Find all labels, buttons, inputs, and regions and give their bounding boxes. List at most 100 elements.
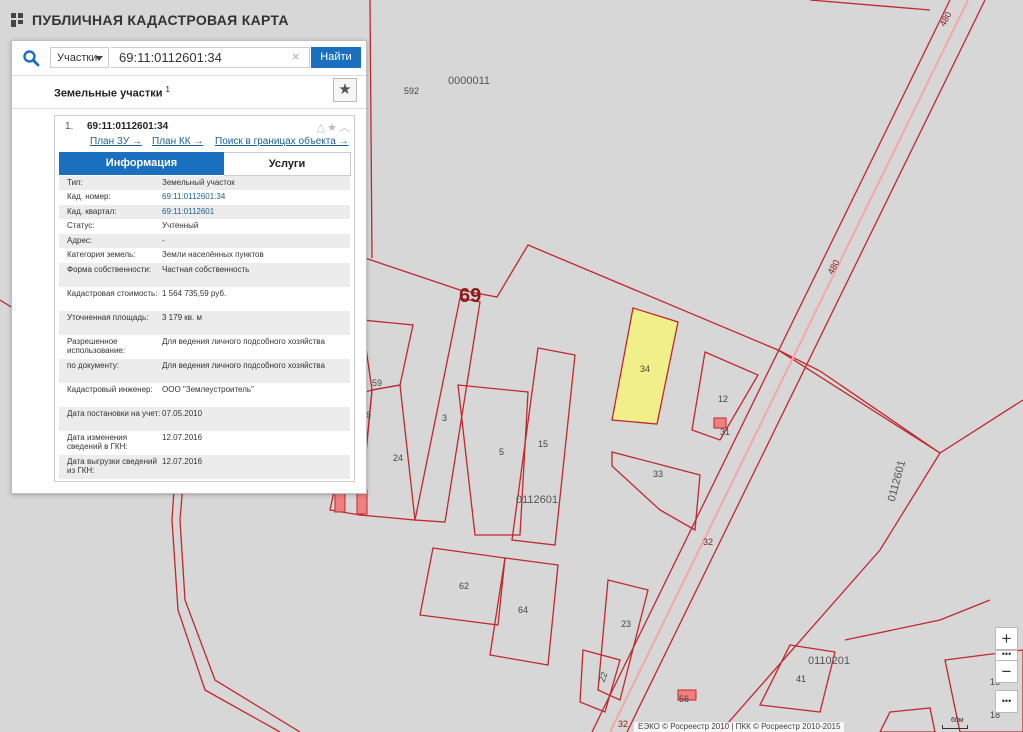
info-value: 1 564 735,59 руб. [162, 289, 227, 298]
search-in-bounds-link[interactable]: Поиск в границах объекта → [215, 136, 349, 147]
info-value: 3 179 кв. м [162, 313, 202, 322]
parcel-label: 64 [518, 605, 529, 615]
parcel-label: 56 [679, 694, 690, 704]
results-count: 1 [165, 85, 170, 94]
info-value: 12.07.2016 [162, 457, 203, 466]
clear-icon[interactable]: × [292, 50, 300, 64]
info-value: Земли населённых пунктов [162, 250, 264, 259]
info-row: Тип: Земельный участок [59, 176, 350, 190]
search-panel: Участки × Найти Земельные участки 1 ★ 1.… [11, 40, 367, 494]
info-row: Разрешенное использование: Для ведения ли… [59, 335, 350, 359]
plan-kk-link[interactable]: План КК → [152, 136, 203, 147]
info-label: по документу: [67, 361, 119, 370]
info-row: Кадастровый инженер: ООО "Землеустроитель… [59, 383, 350, 407]
search-type-value: Участки [57, 52, 98, 64]
info-row: Кадастровая стоимость: 1 564 735,59 руб. [59, 287, 350, 311]
info-value: - [162, 236, 165, 245]
search-bar: Участки × Найти [12, 41, 366, 76]
star-icon: ★ [338, 81, 352, 98]
scale-bar [942, 725, 968, 729]
parcel-label: 34 [640, 364, 651, 374]
result-card: 1. 69:11:0112601:34 △★︿ План ЗУ → План К… [54, 115, 355, 482]
info-table: Тип: Земельный участок Кад. номер: 69:11:0… [59, 176, 350, 479]
info-label: Кадастровая стоимость: [67, 289, 158, 298]
road-label: 32 [703, 537, 714, 547]
more-tools-button[interactable]: ••• [995, 690, 1018, 713]
info-label: Форма собственности: [67, 265, 152, 274]
info-label: Уточненная площадь: [67, 313, 149, 322]
zoom-in-button[interactable]: + [995, 627, 1018, 650]
info-row: Дата изменения сведений в ГКН: 12.07.2016 [59, 431, 350, 455]
info-row: Кад. квартал: 69:11:0112601 [59, 205, 350, 219]
info-row: Форма собственности: Частная собственност… [59, 263, 350, 287]
parcel-label: 31 [720, 427, 731, 437]
tab-services[interactable]: Услуги [224, 152, 351, 176]
info-value-link[interactable]: 69:11:0112601:34 [162, 192, 347, 201]
favorite-button[interactable]: ★ [333, 78, 357, 102]
search-type-select[interactable]: Участки [50, 47, 109, 68]
info-value: 12.07.2016 [162, 433, 203, 442]
info-row: Кад. номер: 69:11:0112601:34 [59, 190, 350, 205]
chevron-down-icon [95, 56, 103, 61]
quarter-label: 0110201 [808, 655, 851, 667]
info-label: Дата постановки на учет: [67, 409, 161, 418]
quarter-label: 0112601 [516, 494, 559, 506]
info-value-link[interactable]: 69:11:0112601 [162, 207, 347, 216]
results-header: Земельные участки 1 ★ [12, 76, 366, 109]
result-cadastral-number[interactable]: 69:11:0112601:34 [87, 121, 168, 132]
parcel-label: 33 [653, 469, 664, 479]
info-value: Учтенный [162, 221, 199, 230]
info-label: Адрес: [67, 236, 93, 245]
info-label: Дата выгрузки сведений из ГКН: [67, 457, 157, 475]
info-row: Дата выгрузки сведений из ГКН: 12.07.2016 [59, 455, 350, 479]
parcel-label: 59 [372, 378, 383, 388]
results-title: Земельные участки 1 [54, 85, 170, 100]
warning-icon[interactable]: △ [317, 122, 327, 134]
app-title: ПУБЛИЧНАЯ КАДАСТРОВАЯ КАРТА [32, 12, 289, 28]
find-button[interactable]: Найти [311, 47, 361, 68]
parcel-label: 41 [796, 674, 807, 684]
info-label: Разрешенное использование: [67, 337, 126, 355]
parcel-label: 24 [393, 453, 404, 463]
info-row: Адрес: - [59, 234, 350, 248]
info-value: Земельный участок [162, 178, 235, 187]
info-label: Кадастровый инженер: [67, 385, 153, 394]
road-label: 32 [618, 719, 629, 729]
parcel-label: 5 [499, 447, 505, 457]
tab-information[interactable]: Информация [59, 152, 224, 175]
parcel-label: 62 [459, 581, 470, 591]
info-row: Уточненная площадь: 3 179 кв. м [59, 311, 350, 335]
info-label: Тип: [67, 178, 83, 187]
app-header: ПУБЛИЧНАЯ КАДАСТРОВАЯ КАРТА [10, 9, 289, 31]
info-label: Дата изменения сведений в ГКН: [67, 433, 128, 451]
result-index: 1. [65, 121, 74, 132]
parcel-label: 23 [621, 619, 632, 629]
plan-zu-link[interactable]: План ЗУ → [90, 136, 142, 147]
result-actions: △★︿ [317, 119, 352, 135]
logo-icon [11, 13, 23, 27]
info-value: 07.05.2010 [162, 409, 203, 418]
info-label: Статус: [67, 221, 95, 230]
info-row: Дата постановки на учет: 07.05.2010 [59, 407, 350, 431]
info-value: Для ведения личного подсобного хозяйства [162, 361, 325, 370]
info-row: Категория земель: Земли населённых пункто… [59, 248, 350, 263]
star-icon[interactable]: ★ [327, 122, 339, 134]
collapse-icon[interactable]: ︿ [339, 122, 352, 134]
info-value: Частная собственность [162, 265, 250, 274]
info-value: ООО "Землеустроитель" [162, 385, 254, 394]
info-row: Статус: Учтенный [59, 219, 350, 234]
parcel-label: 12 [718, 394, 729, 404]
parcel-label: 15 [538, 439, 549, 449]
parcel-label: 592 [404, 86, 420, 96]
region-label: 69 [459, 285, 482, 307]
info-value: Для ведения личного подсобного хозяйства [162, 337, 325, 346]
search-icon[interactable] [22, 49, 40, 67]
copyright: ЕЭКО © Росреестр 2010 | ПКК © Росреестр … [634, 722, 845, 732]
info-label: Категория земель: [67, 250, 136, 259]
zoom-out-button[interactable]: − [995, 660, 1018, 683]
search-input[interactable] [111, 47, 310, 68]
quarter-label: 0000011 [448, 75, 491, 87]
info-label: Кад. номер: [67, 192, 111, 201]
results-title-text: Земельные участки [54, 87, 163, 100]
parcel-label: 3 [442, 413, 448, 423]
